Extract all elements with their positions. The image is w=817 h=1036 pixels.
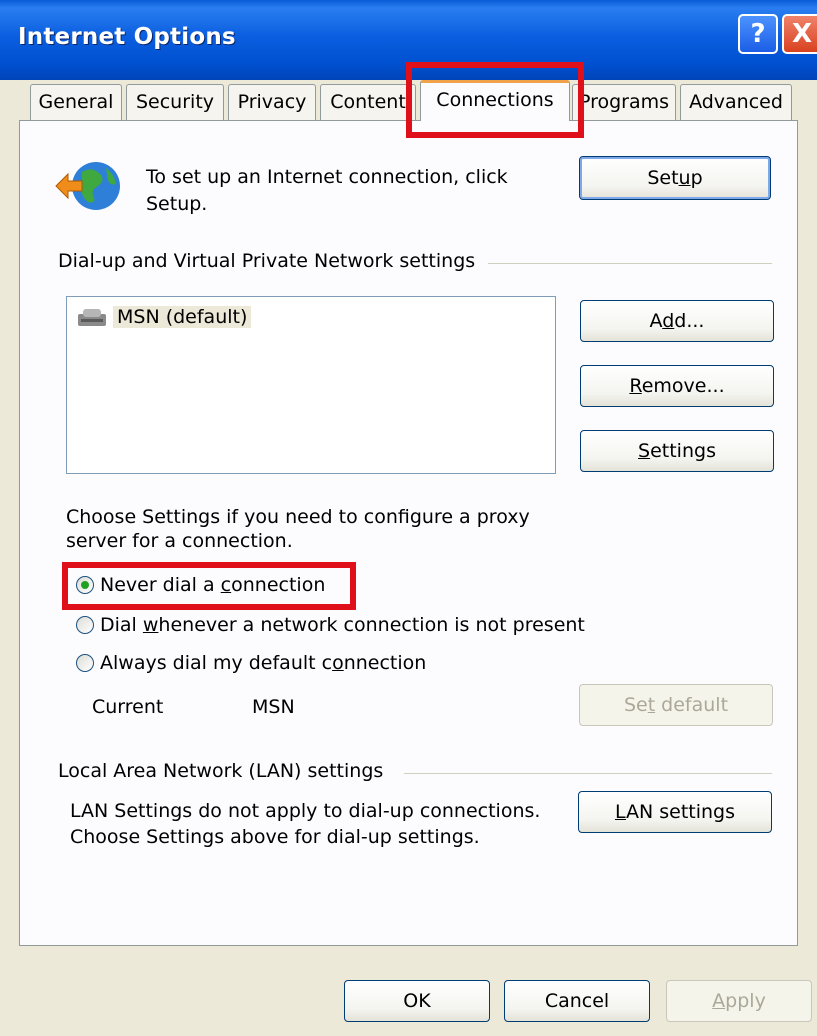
radio-dial-whenever-label: Dial whenever a network connection is no… <box>100 614 585 636</box>
help-icon: ? <box>750 19 766 49</box>
current-value: MSN <box>252 696 295 718</box>
close-button[interactable]: X <box>782 14 817 54</box>
window-title: Internet Options <box>18 24 236 50</box>
radio-button[interactable] <box>76 616 94 634</box>
lan-note-line2: Choose Settings above for dial-up settin… <box>70 826 480 848</box>
tab-advanced[interactable]: Advanced <box>680 84 792 120</box>
set-default-button[interactable]: Set default <box>579 684 773 726</box>
dialup-group-divider <box>488 263 772 264</box>
tab-general[interactable]: General <box>30 84 122 120</box>
setup-text-line1: To set up an Internet connection, click <box>146 166 508 188</box>
dialup-connection-icon <box>75 307 109 329</box>
help-button[interactable]: ? <box>738 14 778 54</box>
close-icon: X <box>791 19 813 49</box>
ok-button[interactable]: OK <box>344 980 490 1022</box>
apply-button[interactable]: Apply <box>666 980 812 1022</box>
dialup-group-label: Dial-up and Virtual Private Network sett… <box>58 250 476 272</box>
cancel-button[interactable]: Cancel <box>504 980 650 1022</box>
tab-connections[interactable]: Connections <box>420 80 570 121</box>
tab-programs[interactable]: Programs <box>572 84 676 120</box>
proxy-note-line1: Choose Settings if you need to configure… <box>66 506 530 528</box>
tab-security[interactable]: Security <box>126 84 224 120</box>
proxy-note-line2: server for a connection. <box>66 530 293 552</box>
lan-group-divider <box>404 773 772 774</box>
internet-globe-icon <box>54 160 126 216</box>
internet-options-dialog: Internet Options ? X General Security Pr… <box>0 0 817 1036</box>
tab-content[interactable]: Content <box>320 84 416 120</box>
remove-button[interactable]: Remove... <box>580 365 774 407</box>
list-item-label: MSN (default) <box>113 306 252 328</box>
setup-text-line2: Setup. <box>146 193 208 215</box>
current-label: Current <box>92 696 164 718</box>
lan-note-line1: LAN Settings do not apply to dial-up con… <box>70 800 541 822</box>
lan-settings-button[interactable]: LAN settings <box>578 791 772 833</box>
radio-always-dial-label: Always dial my default connection <box>100 652 427 674</box>
radio-button[interactable] <box>76 654 94 672</box>
setup-button[interactable]: Setup <box>579 156 771 200</box>
add-button[interactable]: Add... <box>580 300 774 342</box>
connections-listbox[interactable]: MSN (default) <box>66 296 556 474</box>
never-dial-highlight <box>62 562 356 610</box>
tab-privacy[interactable]: Privacy <box>228 84 316 120</box>
settings-button[interactable]: Settings <box>580 430 774 472</box>
lan-group-label: Local Area Network (LAN) settings <box>58 760 384 782</box>
